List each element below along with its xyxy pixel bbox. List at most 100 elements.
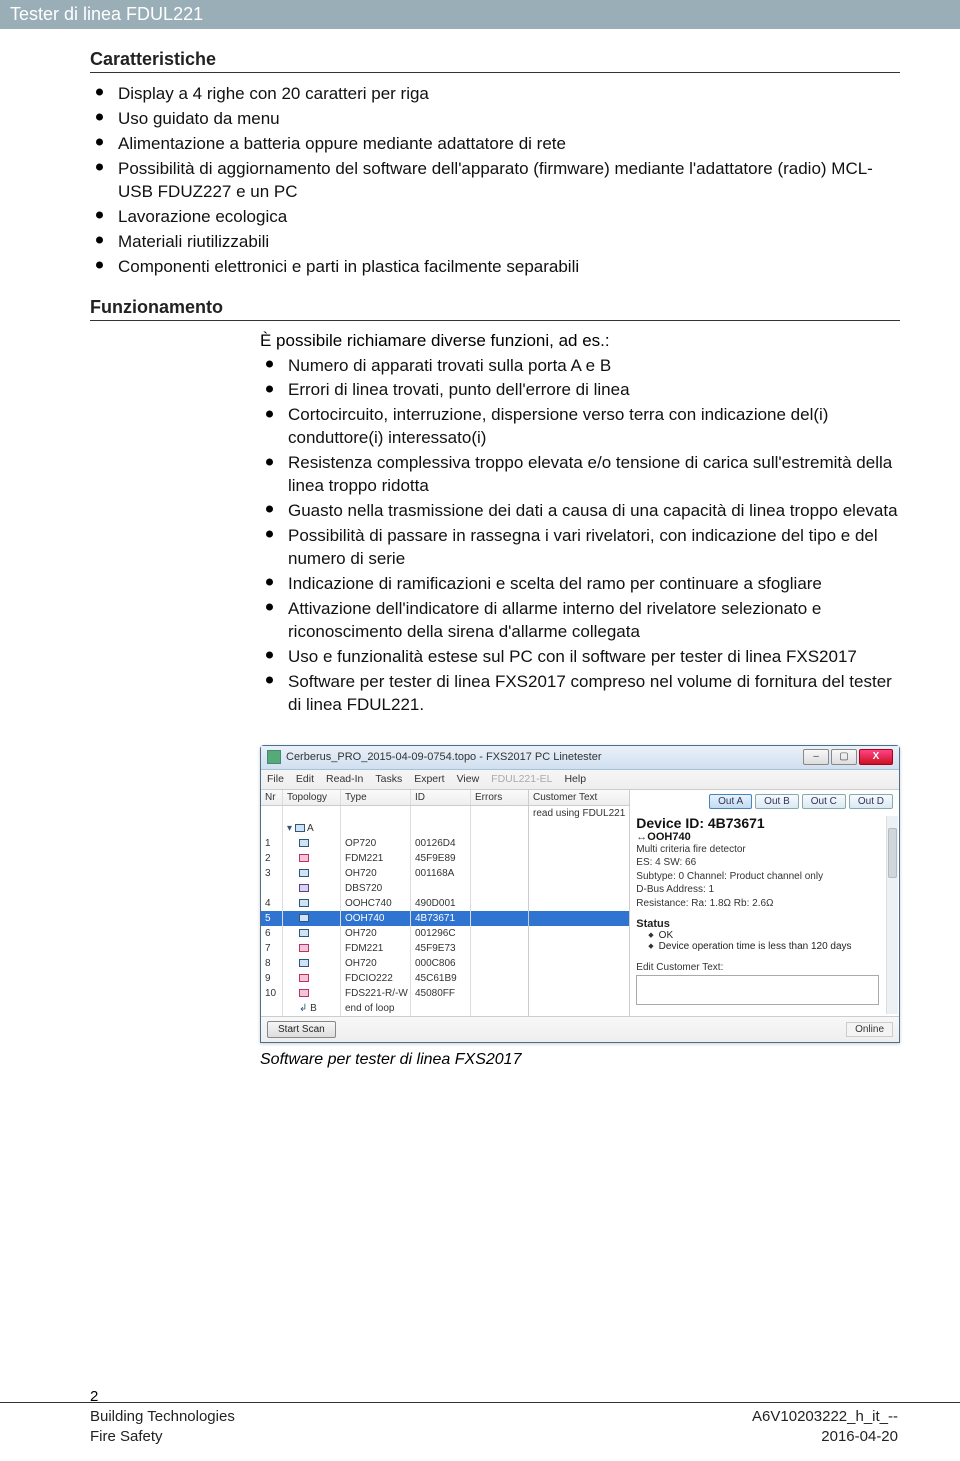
device-id: Device ID: 4B73671 [636, 815, 879, 831]
section-heading-funzionamento: Funzionamento [90, 297, 900, 321]
menu-edit[interactable]: Edit [296, 773, 314, 785]
table-row[interactable]: ↲ Bend of loop [261, 1001, 629, 1016]
list-item: Errori di linea trovati, punto dell'erro… [260, 379, 900, 402]
status-heading: Status [636, 918, 879, 930]
status-item: OK [648, 930, 879, 941]
topology-icon [299, 974, 309, 982]
app-window: Cerberus_PRO_2015-04-09-0754.topo - FXS2… [260, 745, 900, 1043]
funzionamento-list: Numero di apparati trovati sulla porta A… [260, 355, 900, 717]
status-online: Online [846, 1022, 893, 1037]
list-item: Software per tester di linea FXS2017 com… [260, 671, 900, 717]
topology-icon [299, 899, 309, 907]
menu-fdul221-el[interactable]: FDUL221-EL [491, 773, 552, 785]
topology-icon [299, 884, 309, 892]
out-tabs: Out AOut BOut COut D [636, 794, 893, 809]
list-item: Possibilità di passare in rassegna i var… [260, 525, 900, 571]
list-item: Numero di apparati trovati sulla porta A… [260, 355, 900, 378]
scrollbar-thumb[interactable] [888, 828, 897, 878]
table-row[interactable]: 4OOHC740490D001 [261, 896, 629, 911]
minimize-button[interactable]: – [803, 749, 829, 765]
edit-customer-text-input[interactable] [636, 975, 879, 1005]
device-model: ↔OOH740 [636, 831, 879, 843]
table-row[interactable]: 5OOH7404B73671 [261, 911, 629, 926]
topology-icon [299, 914, 309, 922]
list-item: Uso e funzionalità estese sul PC con il … [260, 646, 900, 669]
topology-icon [295, 824, 305, 832]
table-row[interactable]: 7FDM22145F9E73 [261, 941, 629, 956]
topology-icon [299, 854, 309, 862]
th-customer-text[interactable]: Customer Text [529, 790, 629, 805]
menu-expert[interactable]: Expert [414, 773, 444, 785]
table-row[interactable]: 8OH720000C806 [261, 956, 629, 971]
list-item: Componenti elettronici e parti in plasti… [90, 256, 900, 279]
th-errors[interactable]: Errors [471, 790, 529, 805]
th-id[interactable]: ID [411, 790, 471, 805]
table-row[interactable]: DBS720 [261, 881, 629, 896]
table-rows: read using FDUL221▾ A1OP72000126D42FDM22… [261, 806, 629, 1016]
table-row[interactable]: 10FDS221-R/-W45080FF [261, 986, 629, 1001]
status-item: Device operation time is less than 120 d… [648, 941, 879, 952]
footer-right-2: 2016-04-20 [752, 1427, 898, 1447]
menu-read-in[interactable]: Read-In [326, 773, 363, 785]
menu-help[interactable]: Help [564, 773, 586, 785]
th-nr[interactable]: Nr [261, 790, 283, 805]
list-item: Indicazione di ramificazioni e scelta de… [260, 573, 900, 596]
scrollbar[interactable] [886, 816, 898, 1014]
content-area: Caratteristiche Display a 4 righe con 20… [0, 49, 960, 1069]
status-list: OKDevice operation time is less than 120… [648, 930, 879, 952]
menubar[interactable]: File Edit Read-In Tasks Expert View FDUL221-EL… [261, 770, 899, 790]
out-tab-out-a[interactable]: Out A [709, 794, 752, 809]
out-tab-out-d[interactable]: Out D [849, 794, 893, 809]
device-subtype: Subtype: 0 Channel: Product channel only [636, 870, 879, 884]
device-resistance: Resistance: Ra: 1.8Ω Rb: 2.6Ω [636, 897, 879, 911]
table-row[interactable]: read using FDUL221 [261, 806, 629, 821]
menu-file[interactable]: File [267, 773, 284, 785]
close-button[interactable]: X [859, 749, 893, 765]
list-item: Lavorazione ecologica [90, 206, 900, 229]
maximize-button[interactable]: ▢ [831, 749, 857, 765]
th-topology[interactable]: Topology [283, 790, 341, 805]
list-item: Cortocircuito, interruzione, dispersione… [260, 404, 900, 450]
table-row[interactable]: 3OH720001168A [261, 866, 629, 881]
window-titlebar[interactable]: Cerberus_PRO_2015-04-09-0754.topo - FXS2… [261, 746, 899, 770]
page-footer: Building Technologies Fire Safety A6V102… [0, 1402, 960, 1448]
list-item: Materiali riutilizzabili [90, 231, 900, 254]
detail-panel: Out AOut BOut COut D Device ID: 4B73671 … [630, 790, 899, 1016]
device-table-panel: Nr Topology Type ID Errors Customer Text… [261, 790, 630, 1016]
menu-view[interactable]: View [457, 773, 480, 785]
page: Tester di linea FDUL221 Caratteristiche … [0, 0, 960, 1461]
menu-tasks[interactable]: Tasks [375, 773, 402, 785]
topology-icon [299, 944, 309, 952]
footer-left: Building Technologies Fire Safety [90, 1407, 235, 1448]
out-tab-out-c[interactable]: Out C [802, 794, 846, 809]
topology-icon [299, 989, 309, 997]
edit-customer-text-label: Edit Customer Text: [636, 962, 879, 973]
device-desc: Multi criteria fire detector [636, 843, 879, 857]
section-heading-caratteristiche: Caratteristiche [90, 49, 900, 73]
th-type[interactable]: Type [341, 790, 411, 805]
list-item: Display a 4 righe con 20 caratteri per r… [90, 83, 900, 106]
table-row[interactable]: 9FDCIO22245C61B9 [261, 971, 629, 986]
table-row[interactable]: 2FDM22145F9E89 [261, 851, 629, 866]
table-row[interactable]: ▾ A [261, 821, 629, 836]
list-item: Uso guidato da menu [90, 108, 900, 131]
start-scan-button[interactable]: Start Scan [267, 1021, 336, 1038]
table-row[interactable]: 6OH720001296C [261, 926, 629, 941]
footer-right-1: A6V10203222_h_it_-- [752, 1407, 898, 1427]
list-item: Alimentazione a batteria oppure mediante… [90, 133, 900, 156]
window-footer: Start Scan Online [261, 1016, 899, 1042]
window-body: Nr Topology Type ID Errors Customer Text… [261, 790, 899, 1016]
app-icon [267, 750, 281, 764]
list-item: Resistenza complessiva troppo elevata e/… [260, 452, 900, 498]
table-row[interactable]: 1OP72000126D4 [261, 836, 629, 851]
device-es-sw: ES: 4 SW: 66 [636, 856, 879, 870]
out-tab-out-b[interactable]: Out B [755, 794, 799, 809]
screenshot-wrap: Cerberus_PRO_2015-04-09-0754.topo - FXS2… [260, 745, 900, 1043]
funzionamento-block: È possibile richiamare diverse funzioni,… [90, 331, 900, 717]
window-buttons: – ▢ X [803, 749, 893, 765]
table-header-row: Nr Topology Type ID Errors Customer Text [261, 790, 629, 806]
funzionamento-intro: È possibile richiamare diverse funzioni,… [260, 331, 900, 351]
topology-icon [299, 869, 309, 877]
footer-left-2: Fire Safety [90, 1427, 235, 1447]
page-title-bar: Tester di linea FDUL221 [0, 0, 960, 29]
